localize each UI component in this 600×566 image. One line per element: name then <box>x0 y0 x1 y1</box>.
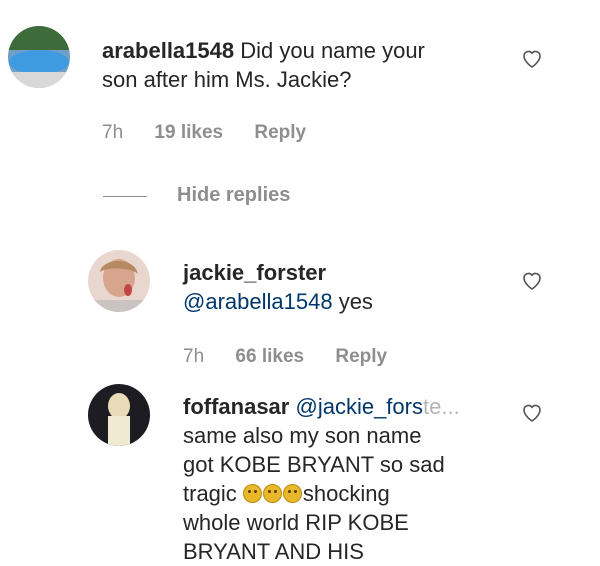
reply-text: yes <box>338 289 373 314</box>
worried-face-emoji <box>282 484 302 503</box>
reply-line3-pre: tragic <box>183 481 237 506</box>
comment-text-line2: son after him Ms. Jackie? <box>102 67 352 92</box>
mention-link[interactable]: @jackie_fors <box>295 394 423 419</box>
reply-button[interactable]: Reply <box>335 346 387 367</box>
avatar-foffanasar[interactable] <box>88 384 150 446</box>
avatar-image <box>88 384 150 446</box>
comment-body: arabella1548 Did you name your son after… <box>102 36 492 94</box>
reply-time: 7h <box>183 346 205 367</box>
mention-link[interactable]: @arabella1548 <box>183 289 333 314</box>
worried-face-emoji <box>242 484 262 503</box>
reply-line4: whole world RIP KOBE <box>183 510 409 535</box>
worried-face-emoji <box>262 484 282 503</box>
reply-likes[interactable]: 66 likes <box>235 346 304 367</box>
avatar-image <box>8 26 70 88</box>
like-heart-icon[interactable] <box>520 400 544 424</box>
reply-line1: same also my son name <box>183 423 422 448</box>
comment-likes[interactable]: 19 likes <box>154 122 223 143</box>
comment-text-line1: Did you name your <box>240 38 425 63</box>
reply-username[interactable]: jackie_forster <box>183 260 326 285</box>
reply-body: foffanasar @jackie_forste... same also m… <box>183 392 513 566</box>
avatar-jackie-forster[interactable] <box>88 250 150 312</box>
avatar-image <box>88 250 150 312</box>
reply-line5: BRYANT AND HIS <box>183 539 364 564</box>
comment-meta: 7h 19 likes Reply <box>102 122 332 144</box>
hide-replies-button[interactable]: Hide replies <box>177 184 290 207</box>
like-heart-icon[interactable] <box>520 268 544 292</box>
reply-line3-post: shocking <box>302 481 390 506</box>
avatar-arabella1548[interactable] <box>8 26 70 88</box>
reply-meta: 7h 66 likes Reply <box>183 346 413 368</box>
reply-button[interactable]: Reply <box>254 122 306 143</box>
hide-replies-divider <box>103 196 147 197</box>
reply-username[interactable]: foffanasar <box>183 394 289 419</box>
like-heart-icon[interactable] <box>520 46 544 70</box>
mention-truncated: te... <box>422 394 460 419</box>
reply-body: jackie_forster @arabella1548 yes <box>183 258 503 316</box>
comment-username[interactable]: arabella1548 <box>102 38 234 63</box>
comment-time: 7h <box>102 122 124 143</box>
reply-line2: got KOBE BRYANT so sad <box>183 452 445 477</box>
